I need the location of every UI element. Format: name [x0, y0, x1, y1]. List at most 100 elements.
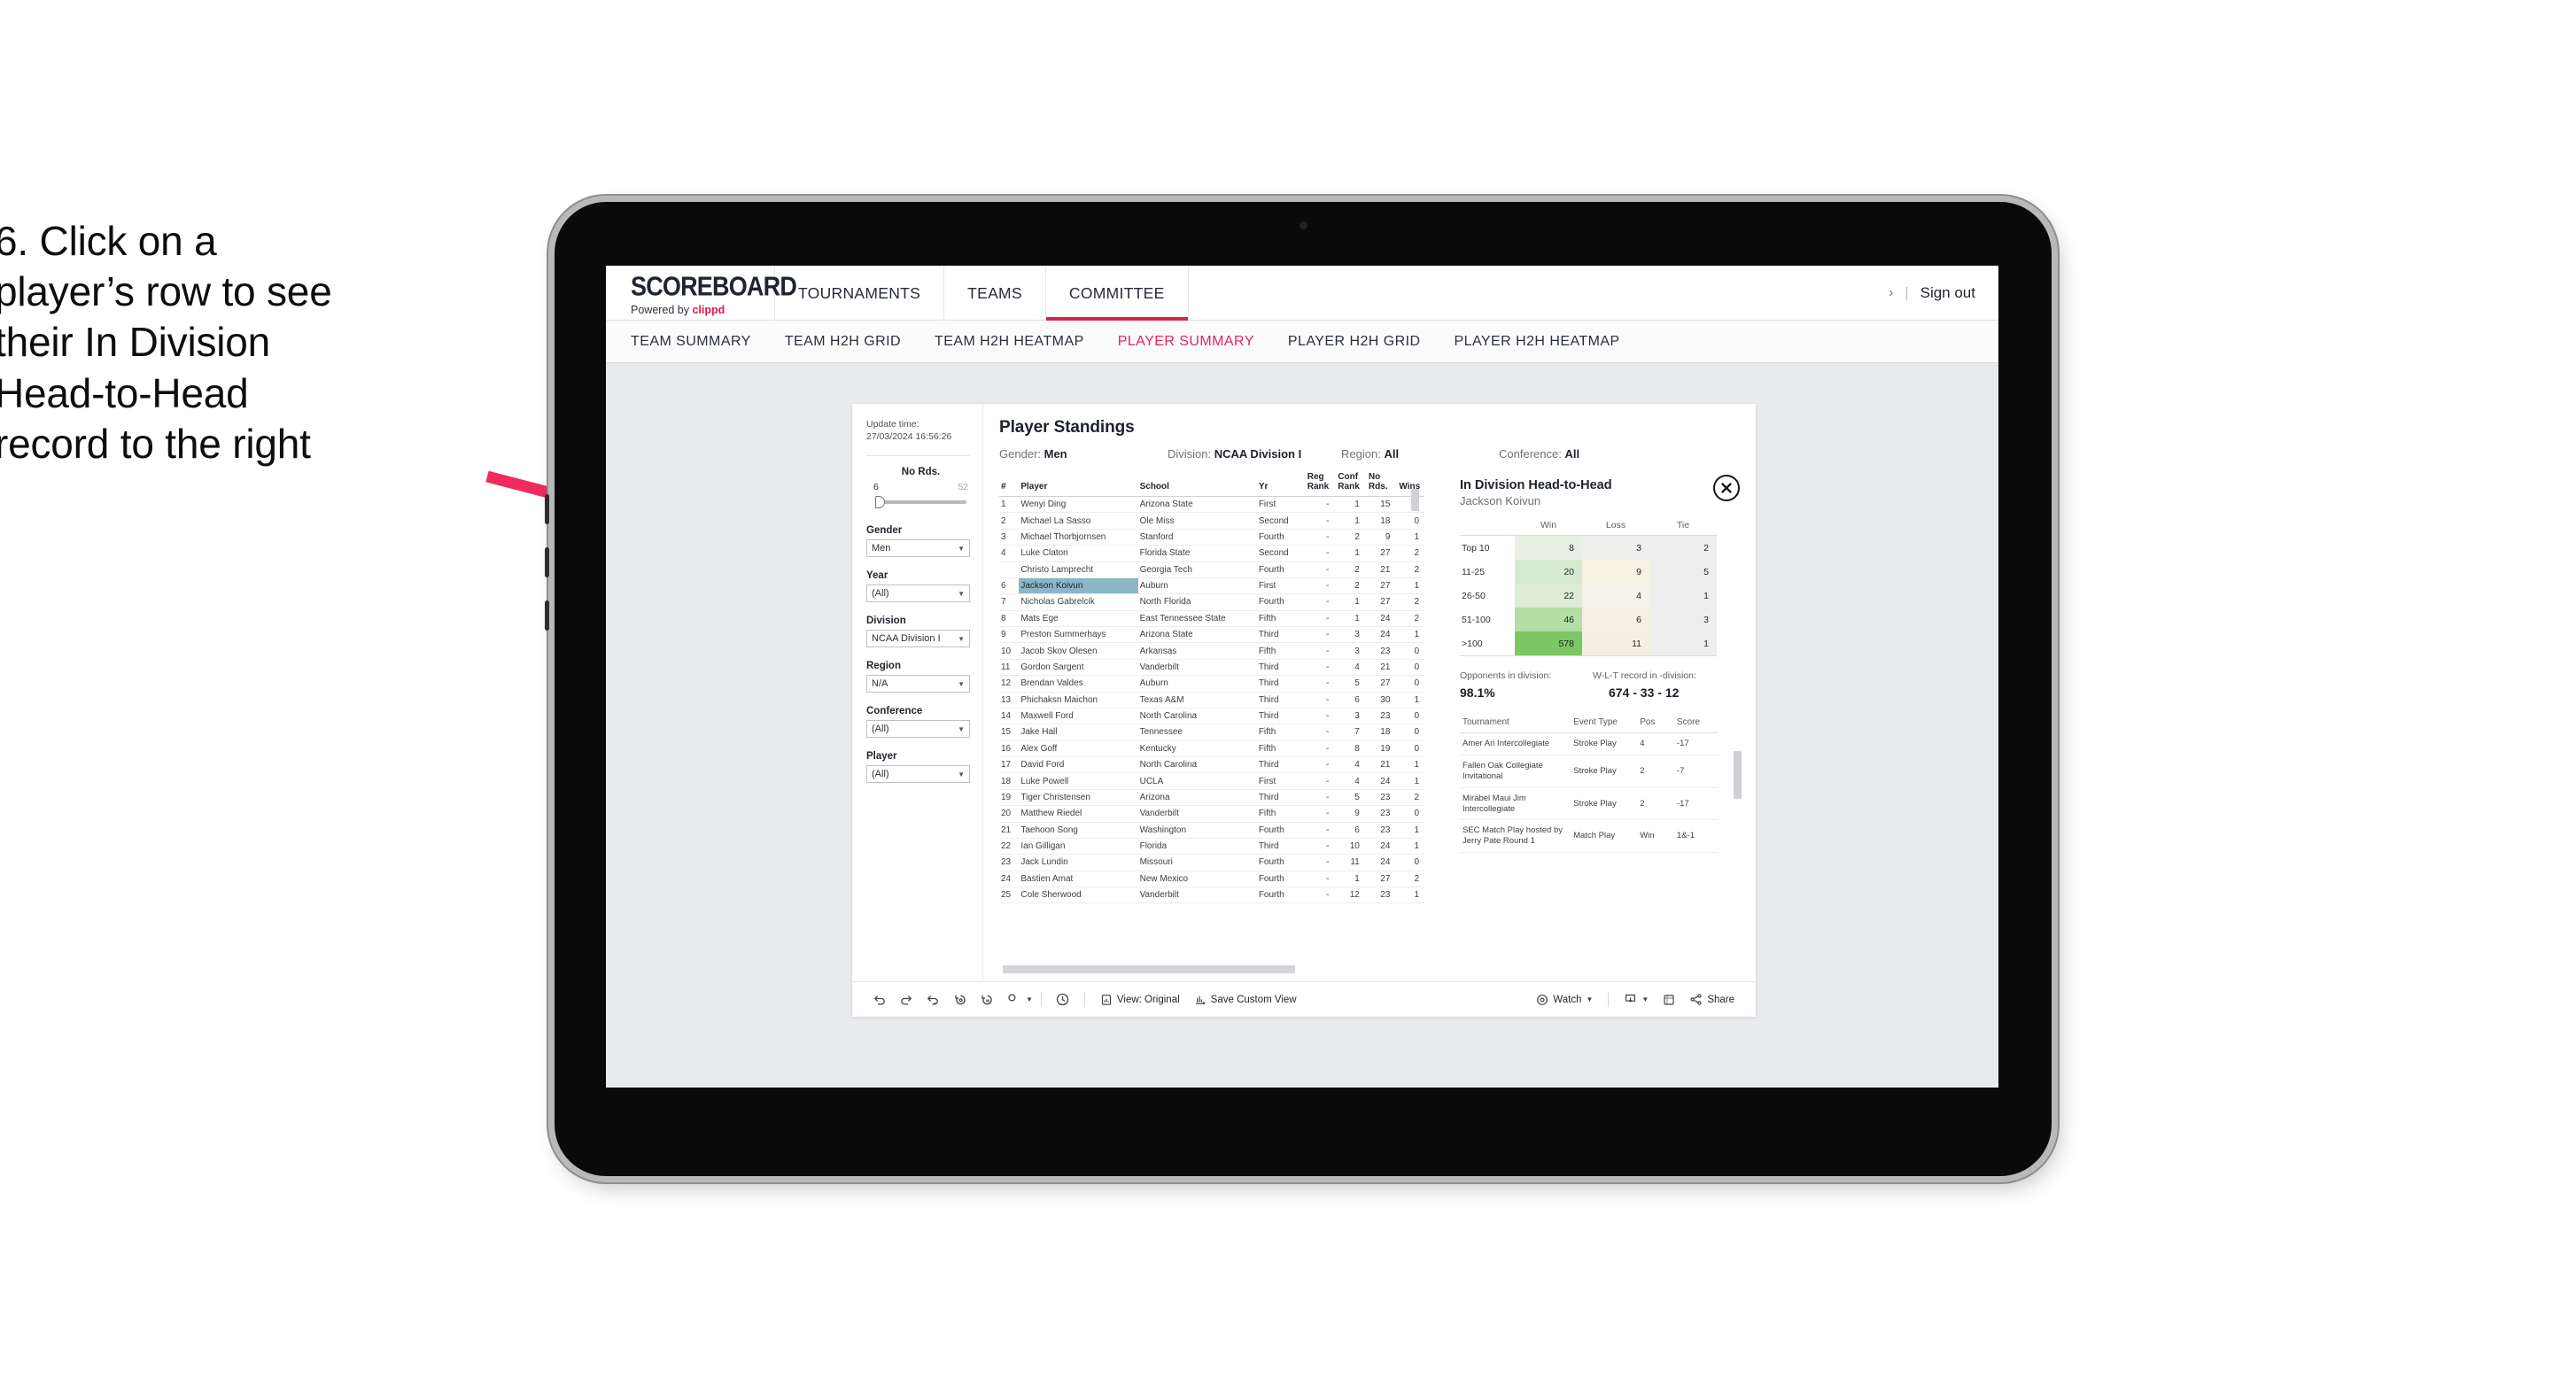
table-row[interactable]: 25 Cole Sherwood Vanderbilt Fourth -12 23 1	[999, 887, 1424, 904]
col-no-rounds[interactable]: No Rds.	[1366, 469, 1398, 497]
table-row[interactable]: 16 Alex Goff Kentucky Fifth -8 19 0	[999, 740, 1424, 758]
nav-tab-teams[interactable]: TEAMS	[943, 266, 1045, 321]
table-row[interactable]: 11 Gordon Sargent Vanderbilt Third -4 21 0	[999, 659, 1424, 677]
tournament-row[interactable]: Mirabel Maui Jim Intercollegiate Stroke P…	[1460, 787, 1719, 821]
cell-player: Matthew Riedel	[1019, 805, 1138, 823]
no-rounds-slider[interactable]: No Rds. 6 52	[866, 467, 970, 512]
table-horizontal-scrollbar[interactable]	[1003, 965, 1295, 973]
cell-wins: 2	[1397, 561, 1424, 578]
table-row[interactable]: 24 Bastien Amat New Mexico Fourth -1 27 2	[999, 871, 1424, 888]
device-icon[interactable]	[999, 987, 1026, 1013]
cell-year: First	[1256, 772, 1306, 790]
cell-player: Brendan Valdes	[1019, 675, 1138, 693]
cell-no-rounds: 27	[1366, 577, 1398, 595]
cell-no-rounds: 30	[1366, 692, 1398, 708]
tournament-row[interactable]: Fallen Oak Collegiate Invitational Stroke…	[1460, 755, 1719, 788]
table-row[interactable]: 18 Luke Powell UCLA First -4 24 1	[999, 772, 1424, 790]
tournament-scrollbar[interactable]	[1734, 751, 1742, 799]
revert-icon[interactable]	[919, 987, 946, 1013]
heatmap-cell-win: 22	[1515, 584, 1582, 608]
heatmap-row: 51-100 46 6 3	[1460, 608, 1717, 631]
cell-rank: 6	[999, 577, 1020, 595]
chevron-down-icon[interactable]: ▼	[1026, 995, 1033, 1003]
cell-no-rounds: 23	[1366, 805, 1398, 823]
tab-player-h2h-heatmap[interactable]: PLAYER H2H HEATMAP	[1455, 334, 1620, 350]
year-select[interactable]: (All) ▼	[866, 585, 970, 603]
table-row[interactable]: 1Wenyi DingArizona StateFirst-1151	[999, 496, 1424, 514]
share-button[interactable]: Share	[1682, 993, 1742, 1006]
save-custom-view-button[interactable]: Save Custom View	[1187, 994, 1304, 1006]
table-row[interactable]: 23 Jack Lundin Missouri Fourth -11 24 0	[999, 854, 1424, 871]
col-reg-rank[interactable]: Reg Rank	[1305, 469, 1337, 497]
table-row[interactable]: 5Christo LamprechtGeorgia TechFourth-221…	[999, 561, 1424, 578]
tab-player-h2h-grid[interactable]: PLAYER H2H GRID	[1288, 334, 1421, 350]
table-row[interactable]: 13 Phichaksn Maichon Texas A&M Third -6 30 1	[999, 692, 1424, 708]
cell-school: Vanderbilt	[1137, 887, 1257, 904]
device-button	[545, 494, 549, 524]
region-select[interactable]: N/A ▼	[866, 675, 970, 693]
slider-handle[interactable]	[875, 496, 885, 509]
table-row[interactable]: 12 Brendan Valdes Auburn Third -5 27 0	[999, 675, 1424, 693]
table-row[interactable]: 8 Mats Ege East Tennessee State Fifth -1 24 2	[999, 610, 1424, 628]
tab-team-h2h-grid[interactable]: TEAM H2H GRID	[785, 334, 901, 350]
view-original-button[interactable]: View: Original	[1093, 994, 1187, 1006]
table-row[interactable]: 20 Matthew Riedel Vanderbilt Fifth -9 23 0	[999, 805, 1424, 823]
stat-label: Opponents in division:	[1460, 670, 1552, 681]
col-player[interactable]: Player	[1019, 469, 1138, 497]
header-divider: |	[1905, 283, 1909, 301]
page-title: Player Standings	[999, 418, 1135, 437]
tournament-head: Tournament Event Type Pos Score	[1460, 712, 1719, 733]
conference-select[interactable]: (All) ▼	[866, 720, 970, 739]
table-row[interactable]: 3 Michael Thorbjornsen Stanford Fourth -2 9 1	[999, 529, 1424, 546]
table-row[interactable]: 4 Luke Claton Florida State Second -1 27 2	[999, 545, 1424, 562]
refresh-icon[interactable]	[946, 987, 973, 1013]
sign-out-link[interactable]: Sign out	[1920, 284, 1975, 302]
cell-year: Third	[1256, 626, 1306, 644]
clock-icon[interactable]	[1050, 987, 1076, 1013]
table-row[interactable]: 15 Jake Hall Tennessee Fifth -7 18 0	[999, 724, 1424, 741]
table-vertical-scrollbar[interactable]	[1411, 489, 1419, 511]
table-row[interactable]: 6 Jackson Koivun Auburn First -2 27 1	[999, 577, 1424, 595]
watch-button[interactable]: Watch ▼	[1529, 994, 1600, 1006]
cell-player: Gordon Sargent	[1019, 659, 1138, 677]
cell-year: Fourth	[1256, 854, 1306, 871]
nav-tab-tournaments[interactable]: TOURNAMENTS	[774, 266, 943, 321]
undo-icon[interactable]	[866, 987, 893, 1013]
gender-select[interactable]: Men ▼	[866, 539, 970, 558]
nav-tab-committee[interactable]: COMMITTEE	[1044, 266, 1189, 321]
table-row[interactable]: 9 Preston Summerhays Arizona State Third -3 2…	[999, 626, 1424, 644]
download-button[interactable]: ▼	[1617, 993, 1656, 1006]
col-school[interactable]: School	[1137, 469, 1257, 497]
tournament-row[interactable]: SEC Match Play hosted by Jerry Pate Roun…	[1460, 819, 1719, 854]
table-row[interactable]: 7 Nicholas Gabrelcik North Florida Fourth -1…	[999, 593, 1424, 611]
tab-player-summary[interactable]: PLAYER SUMMARY	[1118, 334, 1254, 350]
pause-icon[interactable]	[973, 987, 999, 1013]
col-year[interactable]: Yr	[1256, 469, 1306, 497]
col-score: Score	[1673, 712, 1719, 733]
table-row[interactable]: 2 Michael La Sasso Ole Miss Second -1 18 0	[999, 512, 1424, 530]
fullscreen-icon[interactable]	[1656, 987, 1682, 1013]
table-row[interactable]: 14 Maxwell Ford North Carolina Third -3 23 0	[999, 708, 1424, 725]
slider-track[interactable]	[873, 496, 968, 509]
table-row[interactable]: 19 Tiger Christensen Arizona Third -5 23 2	[999, 789, 1424, 807]
heatmap-cell-loss: 4	[1582, 584, 1649, 608]
tab-team-summary[interactable]: TEAM SUMMARY	[631, 334, 751, 350]
tournament-row[interactable]: Amer Ari Intercollegiate Stroke Play 4 -17	[1460, 732, 1719, 755]
filter-label: Year	[866, 570, 888, 582]
col-rank[interactable]: #	[999, 469, 1020, 497]
table-row[interactable]: 17 David Ford North Carolina Third -4 21 1	[999, 756, 1424, 774]
cell-rank: 13	[999, 692, 1020, 708]
table-row[interactable]: 21 Taehoon Song Washington Fourth -6 23 1	[999, 822, 1424, 839]
player-select[interactable]: (All) ▼	[866, 765, 970, 784]
redo-icon[interactable]	[893, 987, 919, 1013]
close-icon[interactable]	[1713, 475, 1740, 501]
cell-player: Jack Lundin	[1019, 854, 1138, 871]
chevron-right-icon[interactable]: ›	[1889, 285, 1893, 300]
division-select[interactable]: NCAA Division I ▼	[866, 630, 970, 648]
tab-team-h2h-heatmap[interactable]: TEAM H2H HEATMAP	[935, 334, 1084, 350]
heatmap-cell-loss: 11	[1582, 631, 1649, 656]
table-row[interactable]: 10 Jacob Skov Olesen Arkansas Fifth -3 23 0	[999, 642, 1424, 660]
col-conf-rank[interactable]: Conf Rank	[1336, 469, 1367, 497]
cell-year: Third	[1256, 756, 1306, 774]
table-row[interactable]: 22 Ian Gilligan Florida Third -10 24 1	[999, 838, 1424, 856]
